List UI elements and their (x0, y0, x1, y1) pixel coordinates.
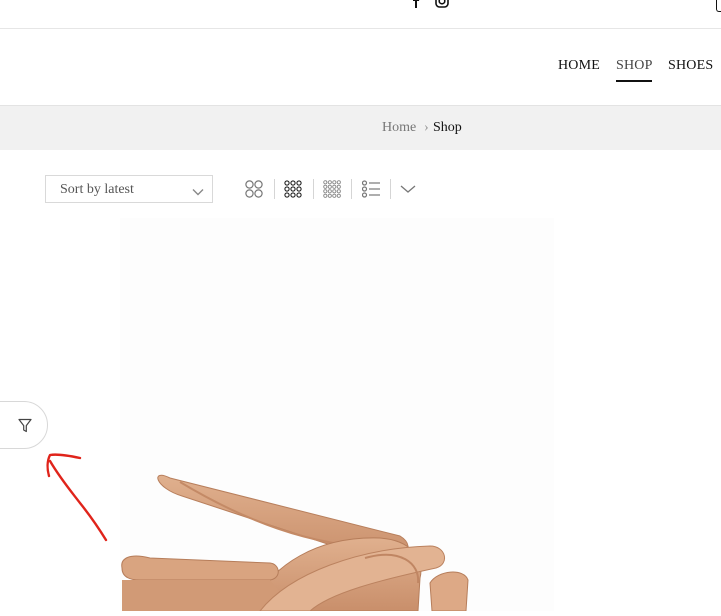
breadcrumb: Home › Shop (0, 105, 721, 150)
toolbar-divider (313, 179, 314, 199)
grid-4-icon[interactable] (323, 180, 341, 198)
toolbar-divider (390, 179, 391, 199)
nav-item-home[interactable]: HOME (558, 58, 600, 74)
list-icon[interactable] (361, 180, 380, 198)
filter-icon (18, 418, 32, 438)
active-nav-underline (616, 80, 652, 82)
cart-icon-edge[interactable] (716, 0, 721, 12)
breadcrumb-separator: › (424, 120, 429, 135)
nav-item-shoes[interactable]: SHOES (668, 58, 713, 74)
sandal-illustration (121, 474, 469, 612)
chevron-down-icon[interactable] (400, 180, 418, 198)
grid-2-icon[interactable] (245, 180, 263, 198)
top-bar (0, 0, 721, 29)
nav-item-shop[interactable]: SHOP (616, 58, 653, 74)
sort-dropdown-value: Sort by latest (60, 182, 134, 197)
breadcrumb-home-link[interactable]: Home (382, 120, 416, 136)
filter-button[interactable] (0, 401, 48, 449)
toolbar-divider (351, 179, 352, 199)
toolbar-divider (274, 179, 275, 199)
main-navigation: HOME SHOP SHOES (0, 29, 721, 105)
facebook-icon[interactable] (409, 0, 423, 13)
chevron-down-icon (192, 184, 204, 202)
grid-3-icon[interactable] (284, 180, 302, 198)
product-image[interactable] (120, 218, 554, 612)
annotation-arrow (46, 453, 108, 542)
sort-dropdown[interactable]: Sort by latest (45, 175, 213, 203)
instagram-icon[interactable] (435, 0, 449, 13)
breadcrumb-current: Shop (433, 120, 462, 135)
